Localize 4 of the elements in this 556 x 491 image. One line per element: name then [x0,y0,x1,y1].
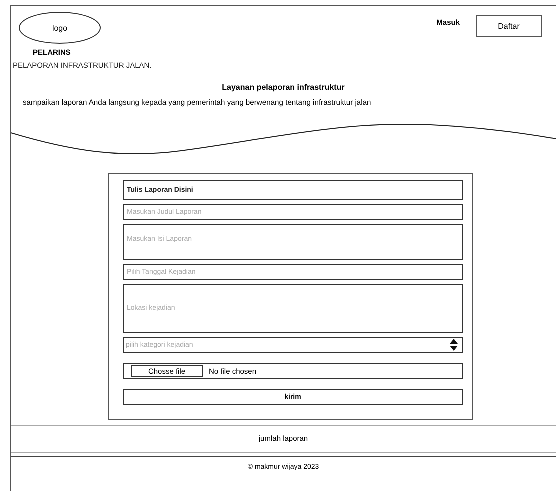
logo-text: logo [52,24,68,32]
hero-title: Layanan pelaporan infrastruktur [221,83,346,92]
register-button[interactable]: Daftar [476,15,542,37]
sort-arrows-icon [450,339,458,351]
